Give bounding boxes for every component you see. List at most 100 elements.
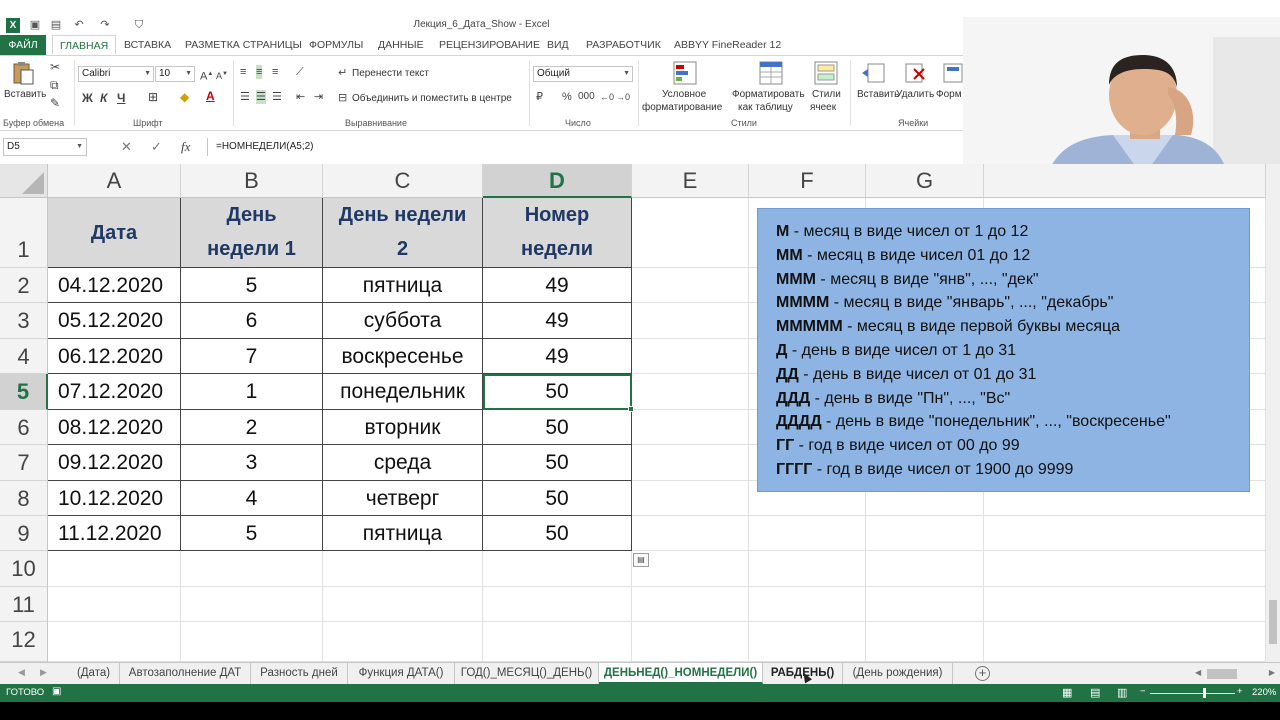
format-as-table-icon[interactable]	[758, 60, 784, 86]
table-cell-week[interactable]: 50	[483, 481, 632, 516]
vertical-scroll-thumb[interactable]	[1269, 600, 1277, 644]
table-cell-week[interactable]: 50	[483, 445, 632, 481]
table-cell-date[interactable]: 06.12.2020	[48, 339, 181, 374]
empty-cell[interactable]	[866, 587, 984, 622]
format-cells-button[interactable]: Форм	[936, 89, 962, 100]
tab-page-layout[interactable]: РАЗМЕТКА СТРАНИЦЫ	[183, 35, 304, 55]
table-cell-day1[interactable]: 1	[181, 374, 323, 410]
format-painter-icon[interactable]: ✎	[50, 96, 60, 110]
table-cell-day1[interactable]: 5	[181, 516, 323, 551]
increase-indent-icon[interactable]: ⇥	[314, 90, 323, 104]
row-header-1[interactable]: 1	[0, 198, 48, 268]
normal-view-icon[interactable]: ▦	[1062, 686, 1072, 699]
row-header-8[interactable]: 8	[0, 481, 48, 516]
table-cell-day1[interactable]: 6	[181, 303, 323, 339]
empty-cell[interactable]	[984, 622, 1266, 662]
table-cell-day2[interactable]: четверг	[323, 481, 483, 516]
empty-cell[interactable]	[984, 587, 1266, 622]
table-cell-day1[interactable]: 7	[181, 339, 323, 374]
cancel-entry-icon[interactable]: ✕	[121, 139, 132, 155]
tab-review[interactable]: РЕЦЕНЗИРОВАНИЕ	[437, 35, 542, 55]
shrink-font-icon[interactable]: A▼	[216, 67, 228, 83]
percent-icon[interactable]: %	[562, 90, 572, 104]
conditional-format-icon[interactable]	[672, 60, 698, 86]
zoom-slider[interactable]	[1150, 693, 1235, 694]
borders-icon[interactable]: ⊞	[148, 90, 158, 104]
row-header-2[interactable]: 2	[0, 268, 48, 303]
table-cell-date[interactable]: 11.12.2020	[48, 516, 181, 551]
decrease-decimal-icon[interactable]: →0	[616, 90, 630, 104]
row-header-5[interactable]: 5	[0, 374, 48, 410]
zoom-out-icon[interactable]: −	[1140, 686, 1146, 697]
table-cell-date[interactable]: 04.12.2020	[48, 268, 181, 303]
empty-cell[interactable]	[632, 516, 749, 551]
table-cell-week[interactable]: 50	[483, 374, 632, 410]
empty-cell[interactable]	[632, 374, 749, 410]
sheet-tab-date[interactable]: (Дата)	[68, 663, 120, 684]
column-header-e[interactable]: E	[632, 164, 749, 198]
table-cell-date[interactable]: 08.12.2020	[48, 410, 181, 445]
wrap-text-button[interactable]: Перенести текст	[352, 68, 429, 79]
scroll-right-icon[interactable]: ▶	[1269, 668, 1275, 677]
header-cell-day1[interactable]: День недели 1	[181, 198, 323, 268]
align-center-icon[interactable]: ☰	[256, 90, 266, 104]
table-cell-date[interactable]: 09.12.2020	[48, 445, 181, 481]
cell-d12[interactable]	[483, 622, 632, 662]
table-cell-day1[interactable]: 2	[181, 410, 323, 445]
comma-style-icon[interactable]: 000	[578, 90, 595, 104]
tab-formulas[interactable]: ФОРМУЛЫ	[307, 35, 365, 55]
formula-input[interactable]: =НОМНЕДЕЛИ(A5;2)	[207, 138, 963, 156]
prev-sheet-icon[interactable]: ◀	[18, 667, 25, 678]
paste-button[interactable]: Вставить	[4, 89, 46, 100]
select-all-button[interactable]	[0, 164, 48, 198]
align-bottom-icon[interactable]: ≡	[272, 65, 278, 79]
zoom-in-icon[interactable]: +	[1237, 686, 1243, 697]
tab-home[interactable]: ГЛАВНАЯ	[52, 35, 117, 55]
bold-button[interactable]: Ж	[82, 91, 93, 105]
increase-decimal-icon[interactable]: ←0	[600, 90, 614, 104]
empty-cell[interactable]	[632, 481, 749, 516]
cut-icon[interactable]: ✂	[50, 60, 60, 74]
table-cell-week[interactable]: 50	[483, 516, 632, 551]
cell-b10[interactable]	[181, 551, 323, 587]
empty-cell[interactable]	[866, 622, 984, 662]
conditional-format-label-2[interactable]: форматирование	[642, 102, 722, 113]
orientation-icon[interactable]: ⟋	[296, 65, 304, 79]
number-format-combo[interactable]: Общий ▼	[533, 66, 633, 82]
header-cell-weeknum[interactable]: Номер недели	[483, 198, 632, 268]
insert-function-icon[interactable]: fx	[181, 139, 190, 155]
sheet-tab-year-month-day[interactable]: ГОД()_МЕСЯЦ()_ДЕНЬ()	[455, 663, 599, 684]
row-header-4[interactable]: 4	[0, 339, 48, 374]
cell-d10[interactable]	[483, 551, 632, 587]
sheet-tab-birthday[interactable]: (День рождения)	[843, 663, 953, 684]
row-header-6[interactable]: 6	[0, 410, 48, 445]
table-cell-day1[interactable]: 4	[181, 481, 323, 516]
tab-view[interactable]: ВИД	[545, 35, 571, 55]
empty-cell[interactable]	[632, 587, 749, 622]
next-sheet-icon[interactable]: ▶	[40, 667, 47, 678]
table-cell-date[interactable]: 07.12.2020	[48, 374, 181, 410]
copy-icon[interactable]: ⧉	[50, 78, 59, 92]
column-header-g[interactable]: G	[866, 164, 984, 198]
table-cell-day2[interactable]: понедельник	[323, 374, 483, 410]
empty-cell[interactable]	[632, 410, 749, 445]
font-name-combo[interactable]: Calibri ▼	[78, 66, 154, 82]
table-cell-day2[interactable]: вторник	[323, 410, 483, 445]
header-cell-day2[interactable]: День недели 2	[323, 198, 483, 268]
empty-cell[interactable]	[632, 445, 749, 481]
paste-options-icon[interactable]: ▤	[633, 553, 649, 567]
table-cell-date[interactable]: 10.12.2020	[48, 481, 181, 516]
table-cell-week[interactable]: 50	[483, 410, 632, 445]
table-cell-day1[interactable]: 3	[181, 445, 323, 481]
sheet-tab-autofill[interactable]: Автозаполнение ДАТ	[120, 663, 251, 684]
cell-c11[interactable]	[323, 587, 483, 622]
table-cell-day2[interactable]: среда	[323, 445, 483, 481]
cell-a12[interactable]	[48, 622, 181, 662]
horizontal-scroll-thumb[interactable]	[1207, 669, 1237, 679]
font-size-combo[interactable]: 10 ▼	[155, 66, 195, 82]
table-cell-date[interactable]: 05.12.2020	[48, 303, 181, 339]
zoom-slider-knob[interactable]	[1203, 688, 1206, 698]
cell-c10[interactable]	[323, 551, 483, 587]
row-header-10[interactable]: 10	[0, 551, 48, 587]
column-header-c[interactable]: C	[323, 164, 483, 198]
